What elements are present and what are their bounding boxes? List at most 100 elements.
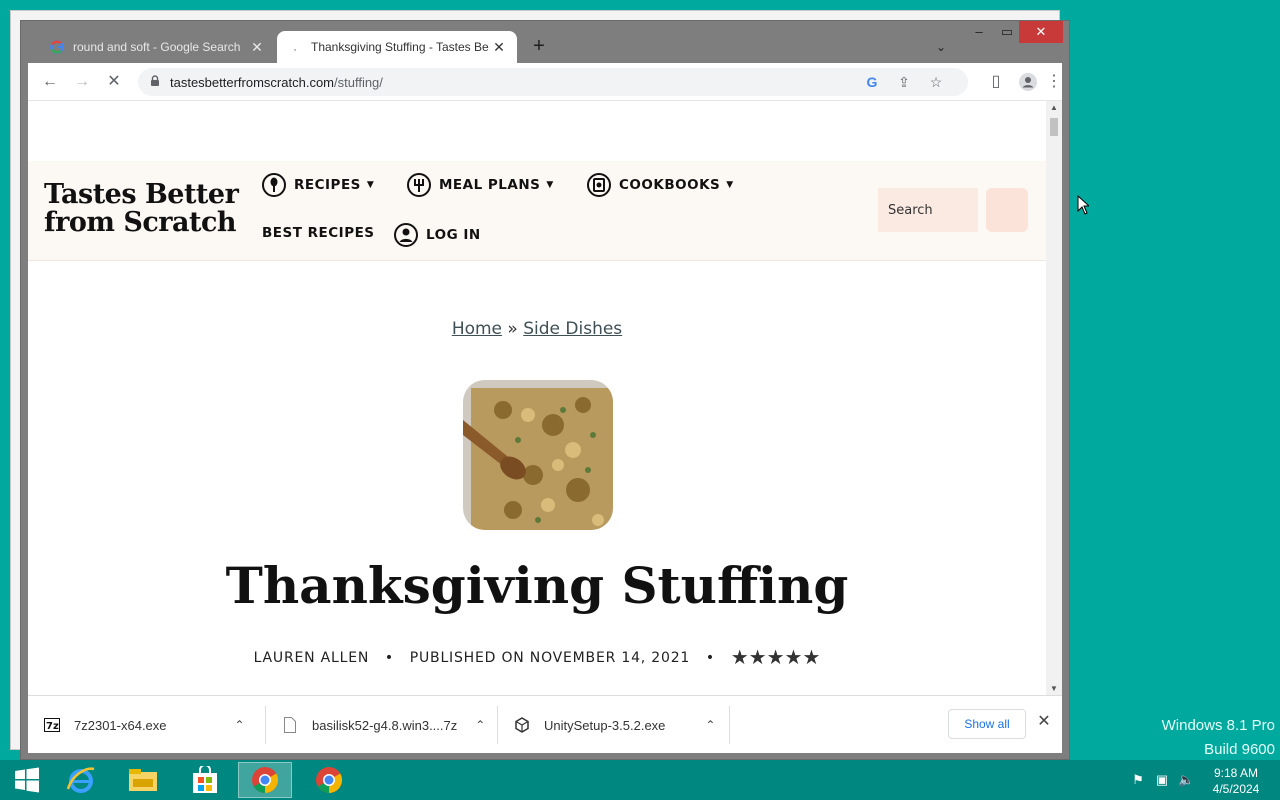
mouse-cursor-icon [1077, 194, 1091, 220]
author-name[interactable]: LAUREN ALLEN [254, 650, 370, 666]
chrome-icon[interactable] [238, 762, 292, 798]
divider [497, 706, 498, 744]
bookmark-star-icon[interactable]: ☆ [926, 72, 946, 92]
clock-date: 4/5/2024 [1212, 782, 1260, 796]
file-explorer-icon[interactable] [116, 762, 170, 798]
site-logo[interactable]: Tastes Better from Scratch [44, 179, 239, 238]
nav-cookbooks[interactable]: COOKBOOKS ▼ [587, 173, 734, 197]
unity-icon [514, 717, 530, 733]
nav-label: RECIPES [294, 177, 361, 193]
scrollbar-thumb[interactable] [1050, 118, 1058, 136]
scroll-down-arrow-icon[interactable]: ▼ [1046, 684, 1062, 693]
close-icon[interactable]: ✕ [491, 39, 507, 56]
watermark-build: Build 9600 [1204, 741, 1275, 758]
loading-icon: ‚ [293, 41, 297, 53]
reload-stop-icon[interactable]: ✕ [102, 70, 126, 94]
star-rating[interactable]: ★★★★★ [731, 645, 821, 669]
tab-title: round and soft - Google Search [73, 40, 241, 54]
windows-logo-icon [15, 767, 39, 793]
tab-strip: round and soft - Google Search ✕ ‚ Thank… [21, 21, 1069, 63]
close-icon[interactable]: ✕ [1034, 712, 1054, 732]
download-shelf: 7z 7z2301-x64.exe ⌃ basilisk52-g4.8.win3… [28, 695, 1062, 753]
meta-bullet: • [705, 650, 715, 666]
kebab-menu-icon[interactable]: ⋮ [1046, 70, 1062, 94]
new-tab-button[interactable]: + [527, 35, 551, 59]
google-lens-icon[interactable]: G [862, 72, 882, 92]
back-arrow-icon[interactable]: ← [38, 70, 62, 94]
windows-watermark: Windows 8.1 Pro Build 9600 [1162, 714, 1275, 762]
internet-explorer-icon[interactable] [54, 762, 108, 798]
chevron-down-icon: ▼ [546, 180, 554, 190]
volume-muted-icon[interactable]: 🔈 [1178, 772, 1194, 788]
breadcrumb-category-link[interactable]: Side Dishes [523, 319, 622, 339]
address-bar[interactable]: tastesbetterfromscratch.com/stuffing/ G … [138, 68, 968, 96]
logo-line-2: from Scratch [44, 207, 237, 238]
system-clock[interactable]: 9:18 AM 4/5/2024 [1208, 765, 1264, 797]
close-icon[interactable]: ✕ [249, 39, 265, 56]
show-all-button[interactable]: Show all [948, 709, 1026, 739]
site-search-button[interactable] [986, 188, 1028, 232]
site-search-input[interactable]: Search [878, 188, 978, 232]
network-icon[interactable]: ▣ [1154, 772, 1170, 788]
tab-google-search[interactable]: round and soft - Google Search ✕ [39, 31, 275, 63]
article-meta: LAUREN ALLEN • PUBLISHED ON NOVEMBER 14,… [28, 645, 1046, 669]
download-item[interactable]: basilisk52-g4.8.win3....7z ⌃ [282, 706, 485, 744]
page-viewport: Tastes Better from Scratch RECIPES ▼ MEAL… [28, 101, 1062, 695]
nav-label: BEST RECIPES [262, 225, 375, 241]
breadcrumb: Home » Side Dishes [28, 319, 1046, 339]
page-scrollbar[interactable]: ▲ ▼ [1046, 101, 1062, 695]
nav-meal-plans[interactable]: MEAL PLANS ▼ [407, 173, 554, 197]
meta-bullet: • [384, 650, 394, 666]
nav-log-in[interactable]: LOG IN [394, 223, 481, 247]
url-text: tastesbetterfromscratch.com/stuffing/ [170, 75, 383, 90]
chevron-down-icon: ▼ [366, 180, 375, 190]
site-header: Tastes Better from Scratch RECIPES ▼ MEAL… [28, 161, 1046, 261]
close-window-button[interactable]: ✕ [1019, 21, 1063, 43]
nav-label: COOKBOOKS [619, 177, 721, 193]
share-icon[interactable]: ⇪ [894, 72, 914, 92]
profile-avatar-icon[interactable] [1016, 70, 1040, 94]
recipe-thumbnail-image [463, 380, 613, 530]
start-button[interactable] [0, 762, 54, 798]
lock-icon [151, 75, 159, 86]
download-filename: basilisk52-g4.8.win3....7z [312, 717, 458, 733]
breadcrumb-home-link[interactable]: Home [452, 319, 502, 339]
plate-fork-icon [407, 173, 431, 197]
clock-time: 9:18 AM [1213, 766, 1259, 780]
download-item[interactable]: UnitySetup-3.5.2.exe ⌃ [514, 706, 715, 744]
taskbar: ⚑ ▣ 🔈 9:18 AM 4/5/2024 [0, 760, 1280, 800]
nav-best-recipes[interactable]: BEST RECIPES [262, 225, 375, 241]
nav-label: MEAL PLANS [439, 177, 541, 193]
browser-window: round and soft - Google Search ✕ ‚ Thank… [20, 20, 1070, 760]
action-center-flag-icon[interactable]: ⚑ [1130, 772, 1146, 788]
logo-line-1: Tastes Better [44, 179, 239, 210]
store-icon[interactable] [178, 762, 232, 798]
chevron-up-icon[interactable]: ⌃ [235, 718, 245, 732]
tab-search-chevron-icon[interactable]: ⌄ [929, 35, 953, 59]
spoon-icon [262, 173, 286, 197]
tab-title: Thanksgiving Stuffing - Tastes Be [311, 40, 489, 54]
side-panel-icon[interactable]: ▯ [984, 70, 1008, 94]
download-filename: 7z2301-x64.exe [74, 717, 167, 733]
browser-toolbar: ← → ✕ tastesbetterfromscratch.com/stuffi… [28, 63, 1062, 101]
download-filename: UnitySetup-3.5.2.exe [544, 717, 666, 733]
chrome-icon[interactable] [302, 762, 356, 798]
chevron-down-icon: ▼ [726, 180, 734, 190]
tab-stuffing[interactable]: ‚ Thanksgiving Stuffing - Tastes Be ✕ [277, 31, 517, 63]
minimize-button[interactable]: – [965, 21, 993, 43]
7zip-icon: 7z [44, 717, 60, 733]
chevron-up-icon[interactable]: ⌃ [475, 718, 485, 732]
maximize-button[interactable]: ▭ [993, 21, 1021, 43]
file-icon [282, 717, 298, 733]
forward-arrow-icon[interactable]: → [70, 70, 94, 94]
scroll-up-arrow-icon[interactable]: ▲ [1046, 103, 1062, 112]
google-icon [49, 39, 65, 55]
published-date: PUBLISHED ON NOVEMBER 14, 2021 [409, 650, 691, 666]
download-item[interactable]: 7z 7z2301-x64.exe ⌃ [44, 706, 245, 744]
chevron-up-icon[interactable]: ⌃ [705, 718, 715, 732]
url-domain: tastesbetterfromscratch.com [170, 75, 334, 90]
cookbook-icon [587, 173, 611, 197]
watermark-edition: Windows 8.1 Pro [1161, 717, 1275, 734]
nav-recipes[interactable]: RECIPES ▼ [262, 173, 374, 197]
page-title: Thanksgiving Stuffing [225, 556, 849, 615]
